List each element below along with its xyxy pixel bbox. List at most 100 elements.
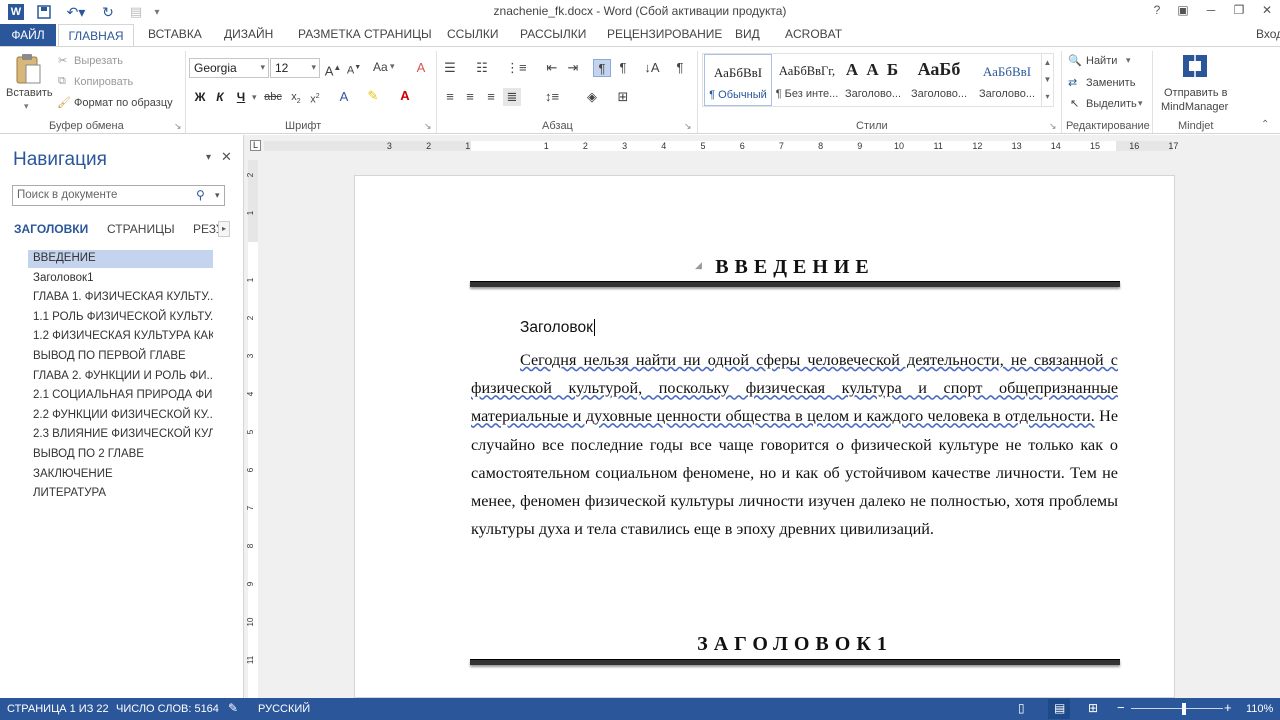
send-mindmanager-line1[interactable]: Отправить в [1164,87,1227,99]
change-case-button[interactable]: Aa [373,60,388,74]
minimize-icon[interactable]: ─ [1200,3,1222,21]
find-dropdown-icon[interactable]: ▾ [1126,55,1131,66]
font-size-dropdown-icon[interactable]: ▾ [311,62,316,73]
justify-icon[interactable]: ≣ [503,88,521,106]
clear-formatting-icon[interactable]: A [412,59,430,77]
highlight-icon[interactable]: ✎ [364,87,382,105]
multilevel-list-icon[interactable]: ⋮≡ [506,59,527,77]
style-heading-2[interactable]: АаБб Заголово... [905,54,973,106]
borders-icon[interactable]: ⊞ [614,88,632,106]
format-painter-button[interactable]: Формат по образцу [74,97,173,109]
tab-acrobat[interactable]: ACROBAT [785,27,842,41]
subheading-text[interactable]: Заголовок [520,319,595,337]
page-count[interactable]: СТРАНИЦА 1 ИЗ 22 [7,703,109,715]
tab-design[interactable]: ДИЗАЙН [224,27,273,41]
text-effects-icon[interactable]: A [335,88,353,106]
select-dropdown-icon[interactable]: ▾ [1138,98,1143,109]
styles-scroll-icon[interactable]: ▲ ▼ ▾ [1041,54,1053,106]
strikethrough-icon[interactable]: abc [264,88,282,106]
rtl-icon[interactable]: ¶ [614,59,632,77]
font-launcher-icon[interactable]: ↘ [424,121,432,132]
tab-layout[interactable]: РАЗМЕТКА СТРАНИЦЫ [298,27,432,41]
language[interactable]: РУССКИЙ [258,703,310,715]
heading-item[interactable]: 2.3 ВЛИЯНИЕ ФИЗИЧЕСКОЙ КУЛ... [28,426,213,444]
replace-icon[interactable]: ⇄ [1068,76,1077,89]
document-page[interactable]: ◢ ВВЕДЕНИЕ Заголовок Сегодня нельзя найт… [354,175,1175,698]
tab-insert[interactable]: ВСТАВКА [148,27,202,41]
style-heading-1[interactable]: А А Б Заголово... [839,54,907,106]
underline-dropdown-icon[interactable]: ▾ [252,92,257,103]
heading-item[interactable]: 1.2 ФИЗИЧЕСКАЯ КУЛЬТУРА КАК... [28,328,213,346]
mindmanager-icon[interactable] [1181,51,1211,81]
heading-item[interactable]: ВЫВОД ПО ПЕРВОЙ ГЛАВЕ [28,348,213,366]
increase-indent-icon[interactable]: ⇥ [564,59,582,77]
nav-tab-scroll-icon[interactable]: ▸ [218,221,230,237]
zoom-level[interactable]: 110% [1246,703,1273,715]
maximize-icon[interactable]: ❐ [1228,3,1250,21]
tab-home[interactable]: ГЛАВНАЯ [58,24,134,47]
send-mindmanager-line2[interactable]: MindManager [1161,101,1228,113]
underline-button[interactable]: Ч [232,88,250,106]
select-icon[interactable]: ↖ [1070,97,1079,110]
numbering-icon[interactable]: ☷ [473,59,491,77]
heading-zagolovok1[interactable]: ЗАГОЛОВОК1 [470,633,1120,656]
superscript-icon[interactable]: x2 [306,88,324,106]
search-dropdown-icon[interactable]: ▾ [215,190,220,201]
close-icon[interactable]: ✕ [1256,3,1278,21]
find-icon[interactable]: 🔍 [1068,54,1082,67]
sort-icon[interactable]: ↓A [643,59,661,77]
tab-file[interactable]: ФАЙЛ [0,24,56,46]
tab-review[interactable]: РЕЦЕНЗИРОВАНИЕ [607,27,722,41]
align-left-icon[interactable]: ≡ [441,88,459,106]
copy-button[interactable]: Копировать [74,76,133,88]
nav-tab-headings[interactable]: ЗАГОЛОВКИ [14,222,88,236]
nav-close-icon[interactable]: ✕ [221,149,232,165]
style-normal[interactable]: АаБбВвI ¶ Обычный [704,54,772,106]
font-color-icon[interactable]: A [396,87,414,105]
collapse-ribbon-icon[interactable]: ⌃ [1261,119,1269,130]
tab-selector-icon[interactable]: L [250,140,261,151]
paste-button[interactable]: Вставить [6,87,53,99]
find-button[interactable]: Найти [1086,55,1117,67]
vertical-ruler[interactable]: 2 1 1 2 3 4 5 6 7 8 9 10 11 [246,160,260,698]
paragraph-launcher-icon[interactable]: ↘ [684,121,692,132]
zoom-slider-thumb[interactable] [1182,703,1187,715]
heading-item[interactable]: ВВЕДЕНИЕ [28,250,213,268]
bullets-icon[interactable]: ☰ [441,59,459,77]
ltr-icon[interactable]: ¶ [593,59,611,77]
bold-button[interactable]: Ж [191,88,209,106]
shrink-font-icon[interactable]: A▼ [345,59,363,77]
tab-mailings[interactable]: РАССЫЛКИ [520,27,586,41]
italic-button[interactable]: К [211,88,229,106]
heading-item[interactable]: ЛИТЕРАТУРА [28,485,213,503]
replace-button[interactable]: Заменить [1086,77,1135,89]
help-icon[interactable]: ? [1146,3,1168,21]
heading-item[interactable]: 1.1 РОЛЬ ФИЗИЧЕСКОЙ КУЛЬТУ... [28,309,213,327]
ribbon-display-icon[interactable]: ▣ [1172,3,1194,21]
subscript-icon[interactable]: x2 [287,88,305,106]
tab-view[interactable]: ВИД [735,27,760,41]
style-heading-3[interactable]: АаБбВвI Заголово... [973,54,1041,106]
heading-item[interactable]: ГЛАВА 1. ФИЗИЧЕСКАЯ КУЛЬТУ... [28,289,213,307]
styles-launcher-icon[interactable]: ↘ [1049,121,1057,132]
style-no-spacing[interactable]: АаБбВвГг, ¶ Без инте... [773,54,841,106]
nav-search-input[interactable]: Поиск в документе [12,185,225,206]
nav-tab-pages[interactable]: СТРАНИЦЫ [107,222,175,236]
zoom-out-icon[interactable]: − [1117,700,1125,715]
web-layout-icon[interactable]: ⊞ [1088,701,1098,715]
cut-button[interactable]: Вырезать [74,55,123,67]
font-name-box[interactable]: Georgia ▾ [189,58,269,78]
select-button[interactable]: Выделить [1086,98,1137,110]
heading-introduction[interactable]: ВВЕДЕНИЕ [470,256,1120,279]
copy-icon[interactable]: ⧉ [58,75,66,88]
font-size-box[interactable]: 12 ▾ [270,58,320,78]
proofing-icon[interactable]: ✎ [228,701,238,715]
change-case-dropdown-icon[interactable]: ▾ [390,61,395,72]
paste-dropdown-icon[interactable]: ▾ [24,101,29,112]
show-marks-icon[interactable]: ¶ [671,59,689,77]
shading-icon[interactable]: ◈ [583,88,601,106]
heading-item[interactable]: Заголовок1 [28,270,213,288]
heading-item[interactable]: ГЛАВА 2. ФУНКЦИИ И РОЛЬ ФИ... [28,368,213,386]
clipboard-launcher-icon[interactable]: ↘ [174,121,182,132]
heading-item[interactable]: 2.2 ФУНКЦИИ ФИЗИЧЕСКОЙ КУ... [28,407,213,425]
